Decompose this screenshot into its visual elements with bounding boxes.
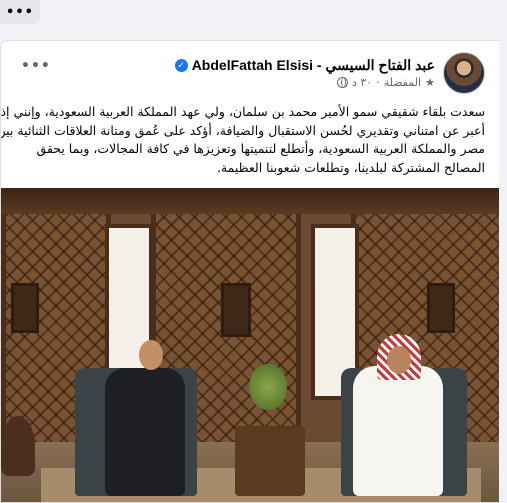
verified-badge-icon: ✓ [174, 59, 188, 72]
photo-ceiling [1, 188, 499, 214]
photo-person-right [353, 366, 443, 496]
post-privacy-label: المفضلة [383, 76, 422, 89]
post-text-line: سعدت بلقاء شقيقي سمو الأمير محمد بن سلما… [0, 104, 485, 119]
photo-side-table [235, 426, 305, 496]
author-name-row: ✓ AbdelFattah Elsisi - عبد الفتاح السيسي [174, 57, 435, 74]
meta-separator: · [376, 76, 380, 89]
photo-lamp [1, 416, 35, 476]
photo-plant [249, 364, 287, 410]
post-meta: ٣٠ د · المفضلة ★ [336, 76, 435, 89]
more-options-icon[interactable]: ••• [0, 0, 40, 24]
photo-niche [427, 283, 455, 333]
post-photo[interactable] [1, 188, 499, 502]
post-text-line: المصالح المشتركة لبلدينا، وتطلعات شعوبنا… [216, 159, 485, 175]
post-card: ••• ✓ AbdelFattah Elsisi - عبد الفتاح ال… [0, 40, 499, 503]
post-header: ✓ AbdelFattah Elsisi - عبد الفتاح السيسي… [174, 51, 485, 95]
post-more-options-icon[interactable]: ••• [21, 58, 51, 74]
star-icon: ★ [425, 76, 435, 89]
photo-niche [221, 283, 251, 337]
post-body-text: سعدت بلقاء شقيقي سمو الأمير محمد بن سلما… [0, 103, 485, 177]
photo-person-right-head [387, 346, 411, 374]
author-info: ✓ AbdelFattah Elsisi - عبد الفتاح السيسي… [174, 57, 435, 89]
post-text-line: أعبر عن امتناني وتقديري لحُسن الاستقبال … [0, 122, 485, 138]
photo-niche [11, 283, 39, 333]
author-name-link[interactable]: AbdelFattah Elsisi - عبد الفتاح السيسي [192, 57, 435, 74]
photo-person-left [105, 368, 185, 496]
author-avatar[interactable] [443, 52, 485, 94]
globe-icon[interactable] [336, 77, 348, 88]
post-text-line: مصر والمملكة العربية السعودية، وأتطلع لت… [36, 141, 485, 156]
post-timestamp[interactable]: ٣٠ د [352, 76, 372, 89]
photo-person-left-head [139, 340, 163, 370]
